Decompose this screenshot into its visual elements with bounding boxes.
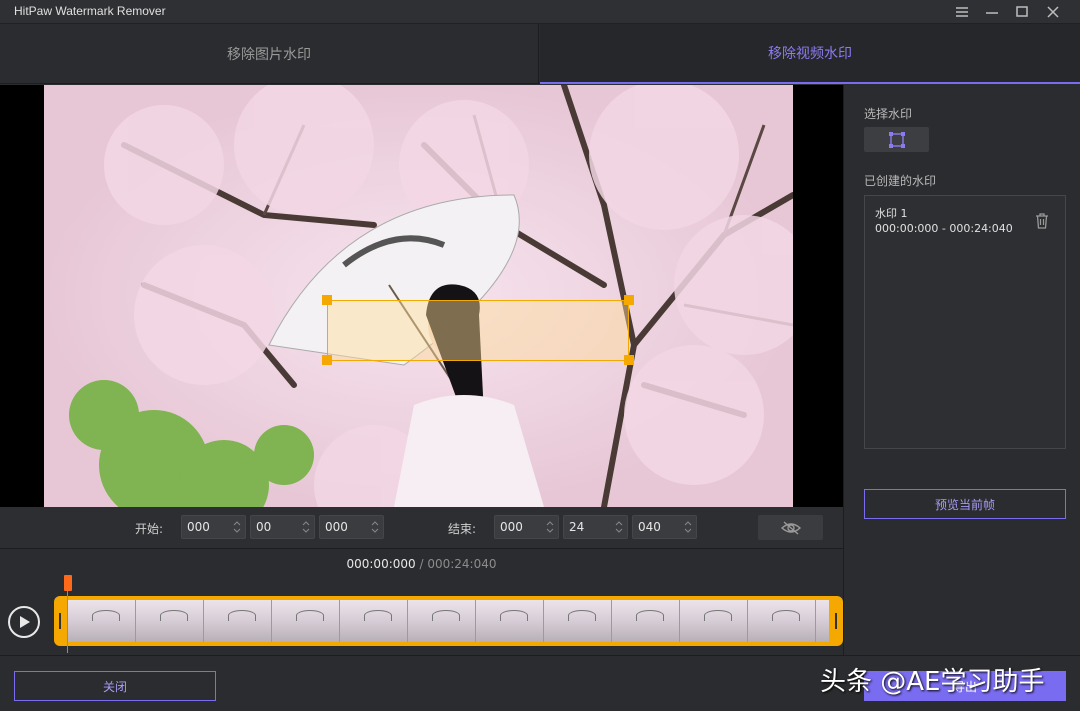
stepper-arrows-icon[interactable] bbox=[371, 520, 379, 534]
watermark-selection-box[interactable] bbox=[327, 300, 629, 361]
thumbnail-frame bbox=[408, 600, 476, 642]
total-time: 000:24:040 bbox=[427, 557, 497, 571]
start-seconds-stepper[interactable]: 00 bbox=[250, 515, 315, 539]
end-seconds-stepper[interactable]: 24 bbox=[563, 515, 628, 539]
video-frame bbox=[44, 85, 793, 507]
video-frame-image bbox=[44, 85, 793, 507]
start-label: 开始: bbox=[135, 522, 164, 536]
timecode: 000:00:000 / 000:24:040 bbox=[0, 557, 843, 571]
watermark-name: 水印 1 bbox=[875, 207, 908, 220]
video-preview bbox=[0, 85, 843, 507]
thumbnail-frame bbox=[340, 600, 408, 642]
select-watermark-label: 选择水印 bbox=[864, 107, 913, 121]
stepper-arrows-icon[interactable] bbox=[546, 520, 554, 534]
time-range-bar: 开始: 000 00 000 结束: 000 24 040 bbox=[0, 507, 843, 549]
hamburger-menu-icon[interactable] bbox=[953, 3, 971, 21]
preview-current-frame-button[interactable]: 预览当前帧 bbox=[864, 489, 1066, 519]
thumbnail-frame bbox=[680, 600, 748, 642]
mode-tabs: 移除图片水印 移除视频水印 bbox=[0, 24, 1080, 84]
selection-handle-top-left[interactable] bbox=[322, 295, 332, 305]
end-seconds-value: 24 bbox=[569, 520, 585, 534]
watermark-sidebar: 选择水印 已创建的水印 水印 1 000:00:000 - 000:24:040… bbox=[843, 85, 1080, 655]
watermark-time-range: 000:00:000 - 000:24:040 bbox=[875, 222, 1013, 235]
thumbnail-frame bbox=[136, 600, 204, 642]
clip-range-strip[interactable] bbox=[54, 596, 843, 646]
start-minutes-value: 000 bbox=[187, 520, 210, 534]
time-separator: / bbox=[415, 557, 428, 571]
watermark-list: 水印 1 000:00:000 - 000:24:040 bbox=[864, 195, 1066, 449]
range-handle-right[interactable] bbox=[835, 613, 837, 629]
start-minutes-stepper[interactable]: 000 bbox=[181, 515, 246, 539]
current-time: 000:00:000 bbox=[346, 557, 416, 571]
thumbnail-frame bbox=[816, 600, 829, 642]
selection-handle-bottom-right[interactable] bbox=[624, 355, 634, 365]
minimize-icon[interactable] bbox=[983, 3, 1001, 21]
thumbnail-frame bbox=[612, 600, 680, 642]
play-icon bbox=[20, 616, 30, 628]
toggle-visibility-button[interactable] bbox=[758, 515, 823, 540]
trash-icon[interactable] bbox=[1034, 212, 1050, 230]
tab-remove-video-watermark[interactable]: 移除视频水印 bbox=[540, 24, 1080, 84]
selection-handle-bottom-left[interactable] bbox=[322, 355, 332, 365]
close-button[interactable]: 关闭 bbox=[14, 671, 216, 701]
eye-hidden-icon bbox=[780, 520, 801, 535]
thumbnail-frame bbox=[476, 600, 544, 642]
stepper-arrows-icon[interactable] bbox=[615, 520, 623, 534]
maximize-icon[interactable] bbox=[1013, 3, 1031, 21]
footer-bar: 关闭 导出 头条 @AE学习助手 bbox=[0, 655, 1080, 711]
overlay-watermark-text: 头条 @AE学习助手 bbox=[820, 667, 1045, 697]
created-watermarks-label: 已创建的水印 bbox=[864, 174, 937, 188]
tab-remove-image-watermark[interactable]: 移除图片水印 bbox=[0, 24, 539, 84]
thumbnail-frame bbox=[68, 600, 136, 642]
thumbnail-frame bbox=[544, 600, 612, 642]
stepper-arrows-icon[interactable] bbox=[302, 520, 310, 534]
end-milliseconds-value: 040 bbox=[638, 520, 661, 534]
stepper-arrows-icon[interactable] bbox=[684, 520, 692, 534]
title-bar: HitPaw Watermark Remover bbox=[0, 0, 1080, 24]
range-handle-left[interactable] bbox=[59, 613, 61, 629]
playhead-marker[interactable] bbox=[64, 575, 72, 591]
play-button[interactable] bbox=[8, 606, 40, 638]
stepper-arrows-icon[interactable] bbox=[233, 520, 241, 534]
timeline: 000:00:000 / 000:24:040 bbox=[0, 549, 843, 655]
end-milliseconds-stepper[interactable]: 040 bbox=[632, 515, 697, 539]
close-icon[interactable] bbox=[1044, 3, 1062, 21]
thumbnail-frame bbox=[272, 600, 340, 642]
playhead-line bbox=[67, 591, 68, 653]
start-milliseconds-value: 000 bbox=[325, 520, 348, 534]
thumbnail-frame bbox=[204, 600, 272, 642]
start-seconds-value: 00 bbox=[256, 520, 272, 534]
start-milliseconds-stepper[interactable]: 000 bbox=[319, 515, 384, 539]
thumbnail-strip bbox=[68, 600, 829, 642]
end-label: 结束: bbox=[448, 522, 477, 536]
selection-tool-button[interactable] bbox=[864, 127, 929, 152]
selection-rectangle-icon bbox=[888, 131, 905, 148]
end-minutes-value: 000 bbox=[500, 520, 523, 534]
app-title: HitPaw Watermark Remover bbox=[14, 4, 166, 18]
selection-handle-top-right[interactable] bbox=[624, 295, 634, 305]
thumbnail-frame bbox=[748, 600, 816, 642]
end-minutes-stepper[interactable]: 000 bbox=[494, 515, 559, 539]
